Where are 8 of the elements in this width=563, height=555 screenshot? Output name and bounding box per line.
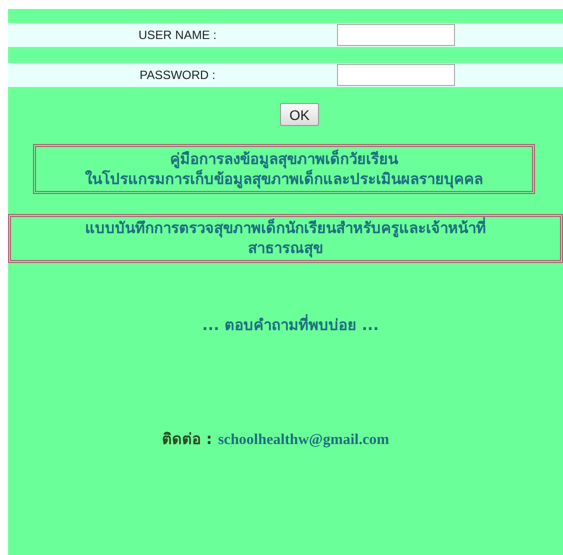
contact-label: ติดต่อ : xyxy=(162,429,212,450)
field-label: PASSWORD : xyxy=(138,68,216,82)
faq-link[interactable]: ... ตอบคำถามที่พบบ่อย ... xyxy=(202,313,379,337)
email-link[interactable]: schoolhealthw@gmail.com xyxy=(218,432,390,449)
field-label: USER NAME : xyxy=(137,28,216,42)
ok-button[interactable]: OK xyxy=(280,103,319,126)
username-field[interactable] xyxy=(337,24,455,46)
password-field[interactable] xyxy=(337,64,455,86)
